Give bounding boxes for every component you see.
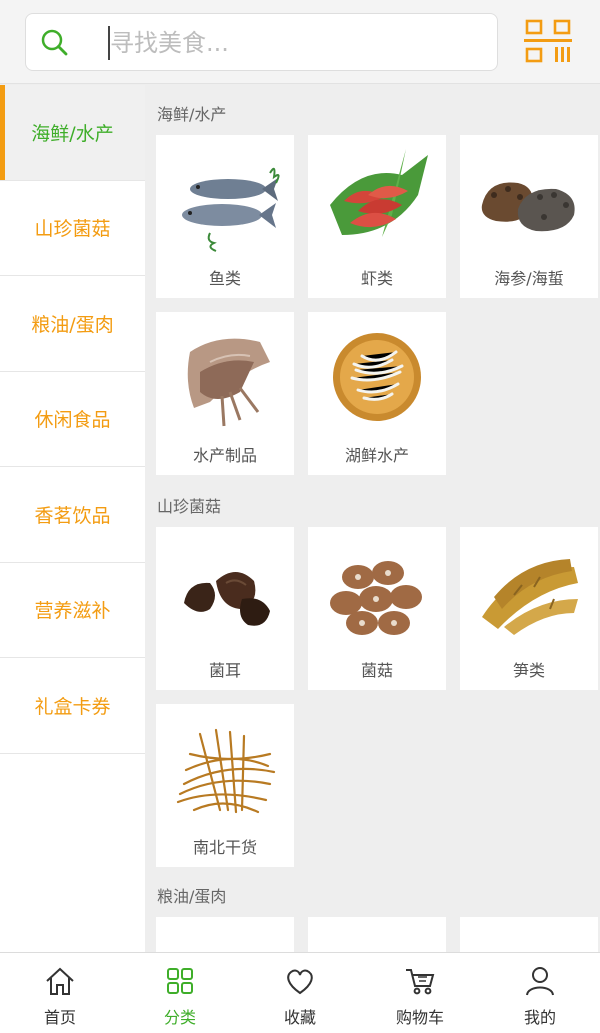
home-icon: [46, 967, 74, 995]
sidebar-item-label: 海鲜/水产: [31, 122, 114, 145]
tile-label: 南北干货: [192, 838, 257, 857]
product-image: [170, 927, 280, 952]
tile-label: 笋类: [512, 661, 545, 680]
product-image: [322, 927, 432, 952]
lake-fish-image: [333, 333, 421, 421]
sidebar-item-label: 香茗饮品: [34, 504, 111, 527]
tile-label: 虾类: [360, 269, 393, 288]
category-icon: [167, 968, 193, 994]
sidebar-item-5[interactable]: 营养滋补: [0, 562, 145, 658]
fish-image: [182, 167, 280, 252]
tile-label: 菌菇: [360, 661, 393, 680]
section-title: 海鲜/水产: [157, 105, 227, 124]
sidebar-item-1[interactable]: 山珍菌菇: [0, 180, 145, 276]
nav-label: 分类: [163, 1008, 196, 1027]
dried-squid-image: [187, 338, 270, 427]
bottom-nav: 首页 分类 收藏 购物车 我的: [0, 952, 600, 1033]
nav-label: 我的: [523, 1008, 556, 1027]
qr-scan-icon[interactable]: [524, 18, 572, 64]
sidebar-item-3[interactable]: 休闲食品: [0, 371, 145, 467]
sidebar-item-label: 粮油/蛋肉: [31, 313, 114, 336]
tile-label: 海参/海蜇: [494, 269, 564, 288]
tile-label: 鱼类: [208, 269, 241, 288]
product-category-tile[interactable]: 虾类: [308, 135, 446, 298]
user-icon: [526, 967, 554, 996]
sidebar-item-0[interactable]: 海鲜/水产: [0, 85, 145, 181]
product-category-tile[interactable]: 水产制品: [156, 312, 294, 475]
tile-label: 菌耳: [208, 661, 241, 680]
sidebar-item-label: 休闲食品: [34, 409, 111, 432]
product-category-tile[interactable]: 鱼类: [156, 135, 294, 298]
sidebar-item-6[interactable]: 礼盒卡券: [0, 658, 145, 754]
sea-cucumber-image: [481, 182, 575, 232]
section-title: 粮油/蛋肉: [157, 887, 227, 906]
heart-icon: [287, 969, 313, 995]
sidebar-item-2[interactable]: 粮油/蛋肉: [0, 276, 145, 372]
cart-icon: [406, 969, 435, 995]
mushroom-image: [330, 561, 422, 635]
sidebar-item-label: 山珍菌菇: [34, 218, 111, 241]
nav-label: 购物车: [395, 1008, 444, 1027]
category-content: 海鲜/水产 鱼类 虾类 海参/海蜇 水产制品 湖鲜水产 山珍菌菇 菌耳 菌菇 笋…: [145, 85, 600, 952]
product-category-tile[interactable]: 笋类: [460, 527, 598, 690]
bamboo-shoot-image: [482, 559, 578, 635]
product-category-tile[interactable]: 菌菇: [308, 527, 446, 690]
nav-item-2[interactable]: 收藏: [240, 953, 360, 1033]
product-category-tile[interactable]: 湖鲜水产: [308, 312, 446, 475]
header: [0, 0, 600, 84]
sidebar-item-label: 营养滋补: [34, 600, 111, 623]
sidebar-item-4[interactable]: 香茗饮品: [0, 467, 145, 563]
tile-label: 水产制品: [192, 446, 257, 465]
tile-label: 湖鲜水产: [344, 446, 409, 465]
category-sidebar: 海鲜/水产山珍菌菇粮油/蛋肉休闲食品香茗饮品营养滋补礼盒卡券: [0, 85, 145, 952]
product-category-tile[interactable]: 菌耳: [156, 527, 294, 690]
fungus-image: [184, 572, 270, 626]
search-input[interactable]: [110, 24, 480, 62]
section-title: 山珍菌菇: [157, 497, 222, 516]
nav-item-4[interactable]: 我的: [480, 953, 600, 1033]
nav-item-0[interactable]: 首页: [0, 953, 120, 1033]
product-category-tile[interactable]: [460, 917, 598, 952]
shrimp-image: [330, 149, 428, 237]
product-category-tile[interactable]: 海参/海蜇: [460, 135, 598, 298]
product-category-tile[interactable]: [156, 917, 294, 952]
search-bar[interactable]: [25, 13, 498, 71]
nav-item-1[interactable]: 分类: [120, 953, 240, 1033]
nav-label: 首页: [43, 1008, 76, 1027]
search-icon: [41, 29, 68, 56]
product-image: [474, 927, 584, 952]
sidebar-item-label: 礼盒卡券: [34, 695, 111, 718]
product-category-tile[interactable]: 南北干货: [156, 704, 294, 867]
dried-goods-image: [176, 728, 276, 814]
nav-item-3[interactable]: 购物车: [360, 953, 480, 1033]
product-category-tile[interactable]: [308, 917, 446, 952]
nav-label: 收藏: [283, 1008, 316, 1027]
